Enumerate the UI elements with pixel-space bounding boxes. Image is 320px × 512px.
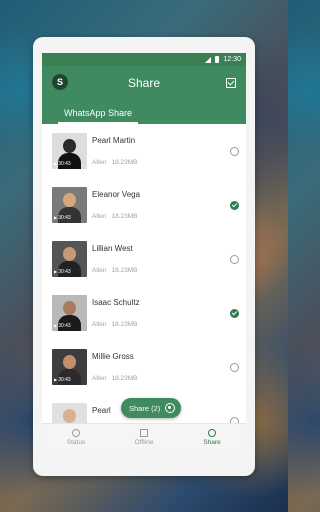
item-name: Lillian West xyxy=(92,244,133,253)
item-size: 18.23MB xyxy=(111,213,138,220)
unchecked-icon[interactable] xyxy=(230,363,239,372)
list-item[interactable]: 30:43 Pearl Martin Allen 18.23MB xyxy=(42,124,246,178)
video-thumbnail[interactable]: 30:43 xyxy=(52,187,87,223)
thumbnail-head xyxy=(63,409,76,423)
video-thumbnail[interactable]: 30:43 xyxy=(52,133,87,169)
item-author: Allen xyxy=(92,267,107,274)
item-size: 18.23MB xyxy=(111,159,138,166)
status-bar: 12:30 xyxy=(42,53,246,66)
checked-icon[interactable] xyxy=(230,201,239,210)
nav-label: Status xyxy=(66,439,86,446)
nav-item-status[interactable]: Status xyxy=(42,424,110,451)
tab-whatsapp-share[interactable]: WhatsApp Share xyxy=(58,104,139,124)
status-icon xyxy=(72,429,80,437)
status-time: 12:30 xyxy=(223,56,241,63)
page-title: Share xyxy=(127,76,161,90)
select-all-icon[interactable] xyxy=(226,78,236,88)
share-icon xyxy=(208,429,216,437)
item-author: Allen xyxy=(92,159,107,166)
item-meta: Allen 18.23MB xyxy=(92,159,138,166)
list-item[interactable]: 30:43 Lillian West Allen 18.23MB xyxy=(42,232,246,286)
thumbnail-head xyxy=(63,139,76,153)
thumbnail-head xyxy=(63,355,76,369)
list-item[interactable]: 30:43 Isaac Schultz Allen 18.23MB xyxy=(42,286,246,340)
item-meta: Allen 18.23MB xyxy=(92,321,140,328)
thumbnail-head xyxy=(63,301,76,315)
item-name: Pearl Martin xyxy=(92,136,136,145)
video-thumbnail[interactable]: 30:43 xyxy=(52,349,87,385)
item-author: Allen xyxy=(92,375,107,382)
nav-label: Offline xyxy=(134,439,154,446)
bottom-navigation: Status Offline Share xyxy=(42,423,246,451)
item-meta: Allen 18.23MB xyxy=(92,375,138,382)
item-meta: Allen 18.23MB xyxy=(92,267,138,274)
item-info: Millie Gross Allen 18.23MB xyxy=(92,352,138,382)
item-info: Lillian West Allen 18.23MB xyxy=(92,244,138,274)
app-bar: S Share WhatsApp Share xyxy=(42,66,246,124)
share-button[interactable]: Share (2) xyxy=(121,398,182,418)
item-info: Pearl Martin Allen 18.23MB xyxy=(92,136,138,166)
signal-icon xyxy=(205,56,212,63)
battery-icon xyxy=(215,56,220,63)
video-thumbnail[interactable]: 30:43 xyxy=(52,241,87,277)
thumbnail-head xyxy=(63,193,76,207)
whatsapp-icon xyxy=(165,403,176,413)
list-item[interactable]: 30:43 Millie Gross Allen 18.23MB xyxy=(42,340,246,394)
item-size: 18.23MB xyxy=(111,375,138,382)
item-size: 18.23MB xyxy=(111,267,138,274)
unchecked-icon[interactable] xyxy=(230,255,239,264)
offline-icon xyxy=(140,429,148,437)
checked-icon[interactable] xyxy=(230,309,239,318)
item-author: Allen xyxy=(92,321,107,328)
phone-frame: 12:30 S Share WhatsApp Share 30:43 Pearl… xyxy=(33,37,255,476)
video-duration: 30:43 xyxy=(54,323,71,329)
item-author: Allen xyxy=(92,213,107,220)
list-item[interactable]: 30:43 Eleanor Vega Allen 18.23MB xyxy=(42,178,246,232)
video-duration: 30:43 xyxy=(54,215,71,221)
app-screen: 12:30 S Share WhatsApp Share 30:43 Pearl… xyxy=(42,53,246,451)
item-info: Isaac Schultz Allen 18.23MB xyxy=(92,298,140,328)
thumbnail-head xyxy=(63,247,76,261)
nav-item-share[interactable]: Share xyxy=(178,424,246,451)
unchecked-icon[interactable] xyxy=(230,147,239,156)
nav-item-offline[interactable]: Offline xyxy=(110,424,178,451)
share-button-label: Share (2) xyxy=(129,403,161,413)
item-meta: Allen 18.23MB xyxy=(92,213,140,220)
video-duration: 30:43 xyxy=(54,269,71,275)
item-name: Eleanor Vega xyxy=(92,190,141,199)
video-thumbnail[interactable]: 30:43 xyxy=(52,295,87,331)
video-duration: 30:43 xyxy=(54,377,71,383)
nav-label: Share xyxy=(203,439,221,446)
item-info: Eleanor Vega Allen 18.23MB xyxy=(92,190,140,220)
item-name: Isaac Schultz xyxy=(92,298,140,307)
item-size: 18.23MB xyxy=(111,321,138,328)
video-duration: 30:43 xyxy=(54,161,71,167)
item-name: Millie Gross xyxy=(92,352,134,361)
